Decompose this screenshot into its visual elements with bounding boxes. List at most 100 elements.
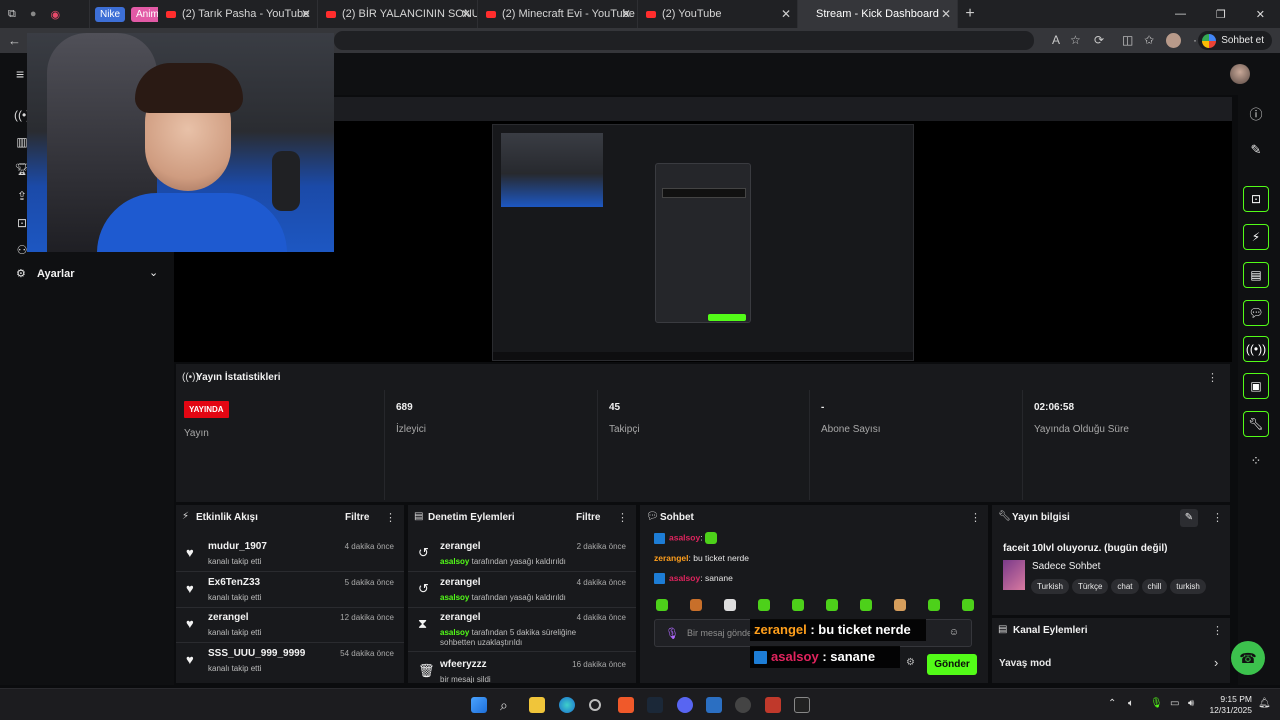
windows-start-icon[interactable] <box>471 697 487 713</box>
user-name[interactable]: SSS_UUU_999_9999 <box>208 648 305 659</box>
close-tab-icon[interactable]: ✕ <box>301 7 311 21</box>
tab-bir-yalancinin-sonu[interactable]: (2) BİR YALANCININ SONU? - CHA✕ <box>318 0 478 28</box>
emote-icon[interactable] <box>758 599 770 611</box>
more-options-icon[interactable]: ⋮ <box>617 511 628 524</box>
network-icon[interactable]: ▭ <box>1170 698 1179 709</box>
more-options-icon[interactable]: ⋮ <box>970 511 981 524</box>
category-thumbnail[interactable] <box>1003 560 1025 590</box>
new-tab-icon[interactable]: + <box>958 5 982 23</box>
brave-icon[interactable] <box>618 697 634 713</box>
chat-rail-button[interactable]: 💬︎ <box>1243 300 1269 326</box>
epic-games-icon[interactable] <box>794 697 810 713</box>
close-tab-icon[interactable]: ✕ <box>461 7 471 21</box>
clock[interactable]: 9:15 PM 12/31/2025 <box>1204 694 1252 716</box>
read-aloud-icon[interactable]: A <box>1052 33 1060 47</box>
category-name[interactable]: Sadece Sohbet <box>1032 561 1100 572</box>
tab-kick-dashboard[interactable]: Stream - Kick Dashboard ✕ <box>798 0 958 28</box>
tab-pinned-icon[interactable]: ● <box>30 8 37 20</box>
emoji-icon[interactable]: ☺ <box>949 627 959 638</box>
tag[interactable]: chat <box>1111 579 1139 594</box>
edit-pencil-icon[interactable]: ✎ <box>1180 509 1198 527</box>
obs-icon[interactable] <box>735 697 751 713</box>
emote-icon[interactable] <box>656 599 668 611</box>
file-explorer-icon[interactable] <box>529 697 545 713</box>
tag[interactable]: Türkçe <box>1071 579 1109 594</box>
discord-icon[interactable] <box>677 697 693 713</box>
wrench-rail-button[interactable]: 🔧︎ <box>1243 411 1269 437</box>
filter-button[interactable]: Filtre <box>345 512 369 523</box>
edit-pencil-icon[interactable]: ✎ <box>1243 137 1269 163</box>
user-avatar[interactable] <box>1230 64 1250 84</box>
favorite-icon[interactable]: ☆ <box>1070 33 1081 47</box>
tab-minecraft-evi[interactable]: (2) Minecraft Evi - YouTube ✕ <box>478 0 638 28</box>
user-name[interactable]: mudur_1907 <box>208 541 267 552</box>
tab-youtube[interactable]: (2) YouTube ✕ <box>638 0 798 28</box>
minimize-icon[interactable]: — <box>1175 8 1186 20</box>
screen-capture-rail-button[interactable]: ⊡ <box>1243 186 1269 212</box>
app-icon[interactable] <box>706 697 722 713</box>
tab-tarik-pasha[interactable]: (2) Tarık Pasha - YouTube ✕ <box>158 0 318 28</box>
emote-icon[interactable] <box>962 599 974 611</box>
profile-avatar[interactable] <box>1166 33 1181 48</box>
action-slow-mode[interactable]: Yavaş mod › <box>992 646 1230 674</box>
chat-username[interactable]: zerangel <box>654 553 689 563</box>
send-button[interactable]: Gönder <box>927 654 977 675</box>
share-nodes-icon[interactable]: ⁘ <box>1243 448 1269 474</box>
chat-settings-icon[interactable]: ⚙ <box>906 657 915 668</box>
more-options-icon[interactable]: ⋮ <box>1207 371 1218 384</box>
emote-icon[interactable] <box>792 599 804 611</box>
user-name[interactable]: zerangel <box>440 612 481 623</box>
tag[interactable]: turkish <box>1170 579 1206 594</box>
workspaces-icon[interactable]: ⧉ <box>8 8 16 21</box>
lightning-rail-button[interactable]: ⚡ <box>1243 224 1269 250</box>
user-name[interactable]: wfeeryzzz <box>440 659 487 670</box>
volume-icon[interactable]: 🔊︎ <box>1188 698 1194 709</box>
emote-icon[interactable] <box>724 599 736 611</box>
moderator-name[interactable]: asalsoy <box>440 628 469 637</box>
maximize-icon[interactable]: ❐ <box>1216 8 1226 21</box>
emote-icon[interactable] <box>894 599 906 611</box>
emote-icon[interactable] <box>928 599 940 611</box>
favorites-icon[interactable]: ✩ <box>1144 33 1154 47</box>
more-options-icon[interactable]: ⋮ <box>385 511 396 524</box>
close-window-icon[interactable]: ✕ <box>1256 8 1265 21</box>
user-name[interactable]: zerangel <box>440 577 481 588</box>
emote-icon[interactable] <box>860 599 872 611</box>
close-tab-icon[interactable]: ✕ <box>781 7 791 21</box>
close-tab-icon[interactable]: ✕ <box>621 7 631 21</box>
more-options-icon[interactable]: ⋮ <box>1212 511 1223 524</box>
extensions-icon[interactable]: ⟳ <box>1094 33 1104 47</box>
search-icon[interactable]: ⌕ <box>500 697 516 713</box>
info-icon[interactable]: ⓘ <box>1243 100 1269 126</box>
filter-button[interactable]: Filtre <box>576 512 600 523</box>
emote-icon[interactable] <box>826 599 838 611</box>
app-icon[interactable] <box>765 697 781 713</box>
close-tab-icon[interactable]: ✕ <box>941 7 951 21</box>
edge-icon[interactable] <box>559 697 575 713</box>
hamburger-menu-icon[interactable]: ≡ <box>16 66 24 82</box>
chat-username[interactable]: asalsoy <box>669 532 700 542</box>
moderator-name[interactable]: asalsoy <box>440 557 469 566</box>
chat-username[interactable]: asalsoy <box>669 573 700 583</box>
tray-overflow-icon[interactable]: ⌃ <box>1108 698 1116 709</box>
more-options-icon[interactable]: ⋮ <box>1212 624 1223 637</box>
tab-group-label-anime[interactable]: Anime <box>131 6 158 22</box>
tab-group-label-nike[interactable]: Nike <box>95 6 126 22</box>
user-name[interactable]: Ex6TenZ33 <box>208 577 260 588</box>
tab-group-nike[interactable]: Nike Anime <box>90 0 158 28</box>
tab-pinned-youtube-icon[interactable]: ◉ <box>51 8 61 21</box>
tag[interactable]: Turkish <box>1031 579 1069 594</box>
mic-tray-icon[interactable]: 🎙︎ <box>1150 698 1163 709</box>
split-screen-icon[interactable]: ◫ <box>1122 33 1133 47</box>
support-chat-button[interactable]: ☎ <box>1231 641 1265 675</box>
layout-rail-button[interactable]: ▣ <box>1243 373 1269 399</box>
tag[interactable]: chill <box>1141 579 1168 594</box>
microphone-icon[interactable]: 🎙︎ <box>665 627 679 640</box>
app-icon[interactable] <box>589 699 601 711</box>
broadcast-rail-button[interactable]: ((•)) <box>1243 336 1269 362</box>
notification-icon[interactable]: 🔔︎ <box>1258 698 1271 709</box>
emote-icon[interactable] <box>690 599 702 611</box>
url-field[interactable] <box>334 31 1034 50</box>
user-name[interactable]: zerangel <box>440 541 481 552</box>
notes-rail-button[interactable]: ▤ <box>1243 262 1269 288</box>
